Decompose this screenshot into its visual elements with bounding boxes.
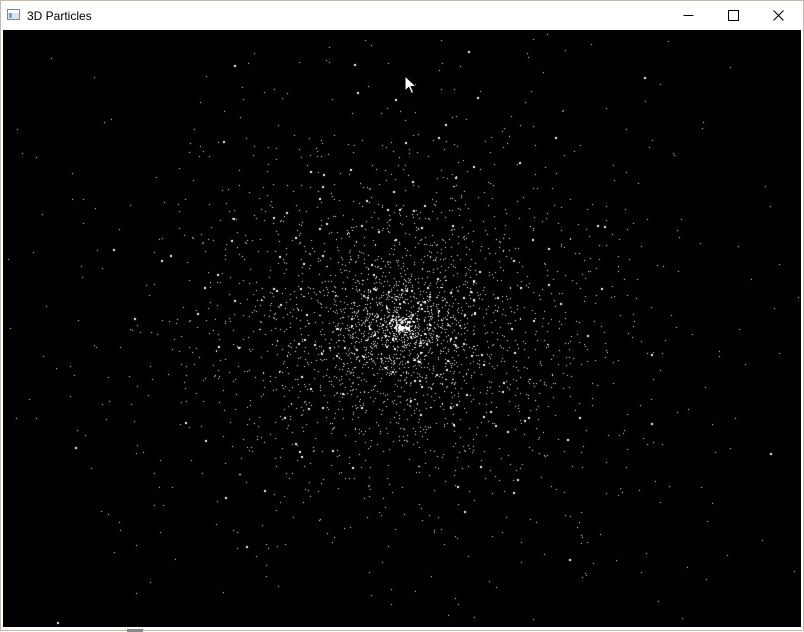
minimize-button[interactable] bbox=[666, 1, 711, 30]
window-app-icon[interactable] bbox=[7, 9, 20, 20]
arrow-cursor-icon bbox=[404, 75, 418, 95]
close-icon bbox=[773, 10, 784, 21]
particle-field[interactable] bbox=[3, 30, 801, 627]
close-button[interactable] bbox=[756, 1, 801, 30]
particle-viewport[interactable] bbox=[3, 30, 801, 627]
window-title: 3D Particles bbox=[27, 9, 92, 23]
maximize-button[interactable] bbox=[711, 1, 756, 30]
maximize-icon bbox=[728, 10, 739, 21]
minimize-icon bbox=[683, 15, 694, 16]
title-bar[interactable]: 3D Particles bbox=[1, 1, 803, 30]
app-window: 3D Particles bbox=[0, 0, 804, 632]
